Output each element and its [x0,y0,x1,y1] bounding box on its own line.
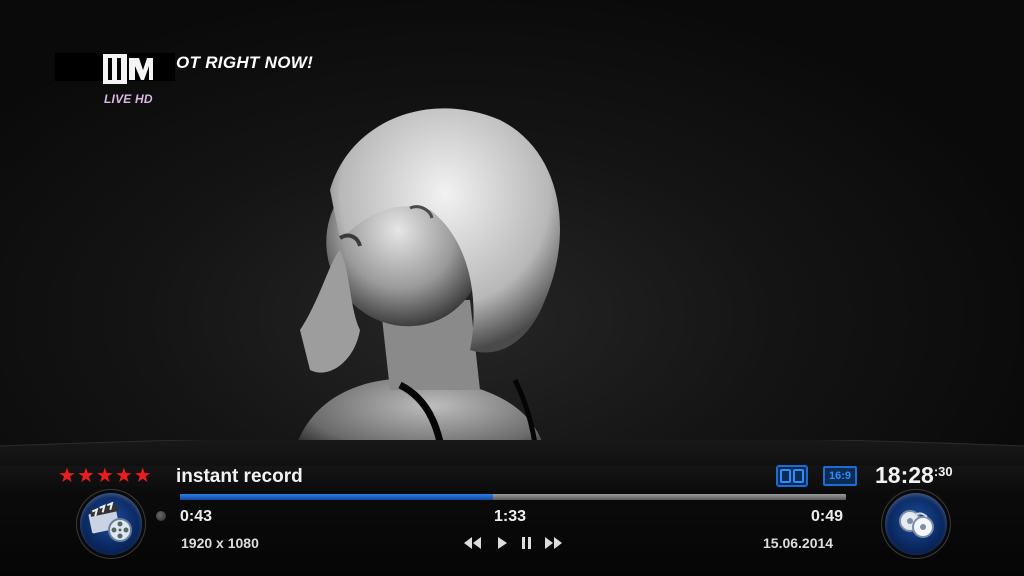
total-length: 1:33 [494,508,527,525]
film-reels-icon [899,510,934,538]
play-icon[interactable] [498,537,507,549]
progress-fill [180,494,494,500]
event-title: instant record [176,466,303,487]
dolby-icon [776,465,808,487]
video-resolution: 1920 x 1080 [181,535,259,551]
clock: 18:28:30 [875,462,953,489]
aspect-ratio-badge: 16:9 [823,466,857,486]
remaining-time: 0:49 [811,508,844,525]
clock-time: 18:28 [875,462,934,488]
media-type-orb [80,493,142,555]
playback-controls [464,537,562,549]
channel-logo-subtitle: LIVE HD [104,92,153,106]
rating-stars: ★ ★ ★ ★ ★ [58,466,152,486]
title-strip [0,466,1024,492]
record-orb [885,493,947,555]
star-icon: ★ [76,465,95,487]
pause-icon[interactable] [522,537,531,549]
rewind-icon[interactable] [464,537,481,549]
record-indicator-dot [156,511,166,521]
star-icon: ★ [114,465,133,487]
recording-date: 15.06.2014 [763,535,834,551]
mtv-logo-icon [103,54,153,84]
star-icon: ★ [58,465,76,487]
movie-clapper-reel-icon [88,501,132,542]
star-icon: ★ [95,465,114,487]
elapsed-time: 0:43 [180,508,213,525]
fast-forward-icon[interactable] [545,537,562,549]
progress-bar[interactable] [180,494,846,500]
star-icon: ★ [133,465,152,487]
channel-slogan: OT RIGHT NOW! [176,53,314,72]
clock-seconds: :30 [933,464,953,479]
